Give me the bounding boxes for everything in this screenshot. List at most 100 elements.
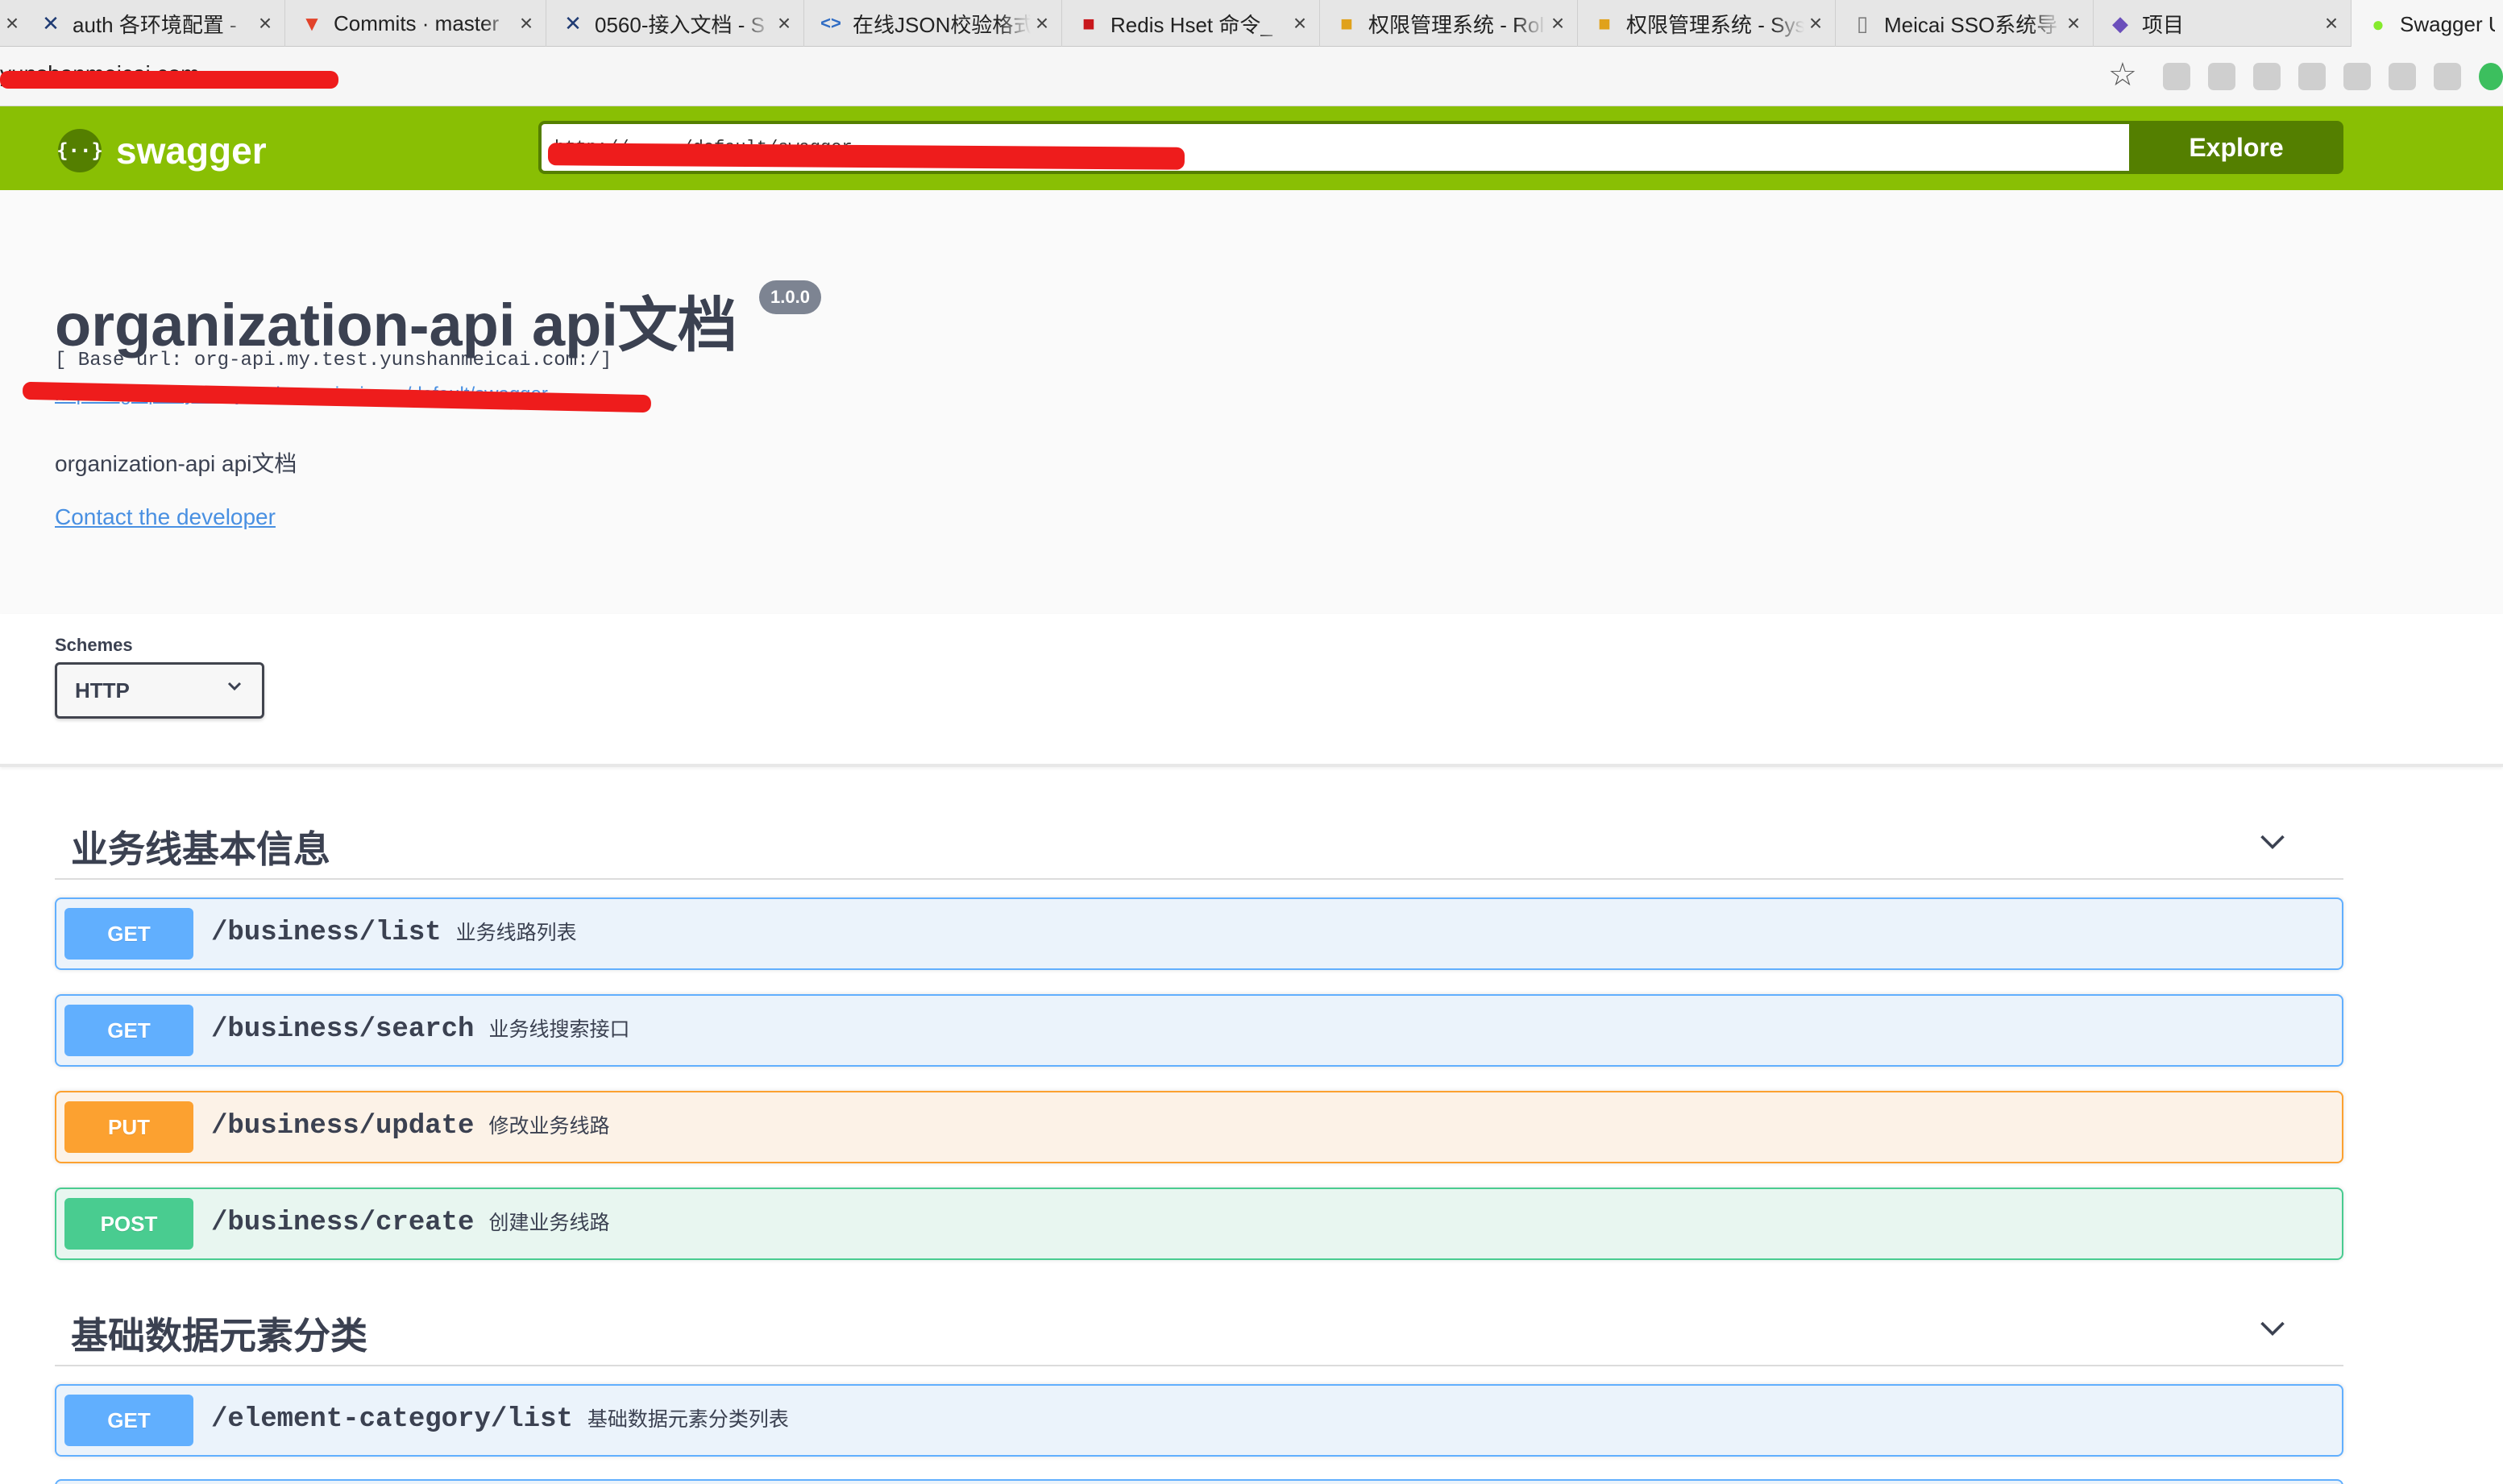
tab-close-icon[interactable]: × xyxy=(515,0,538,47)
tab-title: Meicai SSO系统导 xyxy=(1884,12,2058,37)
extension-active-icon[interactable] xyxy=(2479,63,2503,90)
method-badge: GET xyxy=(64,908,193,960)
tab-close-icon[interactable]: × xyxy=(773,0,795,47)
tab-close-icon[interactable]: × xyxy=(2,0,23,47)
redaction-mark xyxy=(0,71,338,89)
operation-path: /element-category/list 基础数据元素分类列表 xyxy=(211,1403,789,1435)
method-badge: GET xyxy=(64,1005,193,1056)
operation-row[interactable]: GET /business/search 业务线搜索接口 xyxy=(55,994,2343,1067)
gitlab-icon: ▼ xyxy=(301,11,322,35)
operation-row[interactable]: GET /business/list 业务线路列表 xyxy=(55,897,2343,970)
swagger-logo-text: swagger xyxy=(116,130,267,172)
operation-row[interactable]: PUT /business/update 修改业务线路 xyxy=(55,1091,2343,1163)
extension-icon[interactable] xyxy=(2163,63,2190,90)
tab-title: Redis Hset 命令_ xyxy=(1110,12,1272,37)
tag-name: 业务线基本信息 xyxy=(71,828,330,870)
operation-path: /business/create 创建业务线路 xyxy=(211,1207,609,1238)
operation-summary: 业务线路列表 xyxy=(455,921,577,944)
schemes-label: Schemes xyxy=(55,635,133,655)
extension-icon[interactable] xyxy=(2253,63,2281,90)
tab-title: 0560-接入文档 - S xyxy=(595,12,765,37)
method-badge: POST xyxy=(64,1198,193,1250)
schemes-select[interactable]: HTTP xyxy=(55,662,264,719)
path-text: /element-category/list xyxy=(211,1404,573,1435)
tag-section-header[interactable]: 基础数据元素分类 xyxy=(55,1289,2343,1366)
version-badge: 1.0.0 xyxy=(759,280,821,314)
tab-close-icon[interactable]: × xyxy=(1546,0,1569,47)
redis-icon: ■ xyxy=(1082,11,1095,35)
tag-section-header[interactable]: 业务线基本信息 xyxy=(55,802,2343,880)
browser-tab[interactable]: ◆ 项目 × xyxy=(2094,0,2351,47)
base-url: [ Base url: org-api.my.test.yunshanmeica… xyxy=(55,350,612,371)
browser-tab[interactable]: ▯ Meicai SSO系统导 × xyxy=(1836,0,2094,47)
browser-tab-active[interactable]: ● Swagger UI xyxy=(2351,0,2503,48)
page-icon: ▯ xyxy=(1856,11,1869,35)
project-icon: ◆ xyxy=(2112,11,2128,35)
api-description: organization-api api文档 xyxy=(55,451,297,476)
operation-path: /business/update 修改业务线路 xyxy=(211,1110,609,1142)
confluence-icon: ✕ xyxy=(42,11,60,35)
browser-tab[interactable]: ■ 权限管理系统 - Sys × xyxy=(1578,0,1836,47)
tab-title: Commits · master xyxy=(334,10,500,35)
explore-button[interactable]: Explore xyxy=(2129,121,2343,174)
confluence-icon: ✕ xyxy=(564,11,582,35)
tab-title: 在线JSON校验格式 xyxy=(853,12,1031,37)
extension-icon[interactable] xyxy=(2389,63,2416,90)
browser-tab[interactable]: ✕ 0560-接入文档 - S × xyxy=(546,0,804,47)
method-badge: PUT xyxy=(64,1101,193,1153)
operation-summary: 业务线搜索接口 xyxy=(488,1018,630,1041)
path-text: /business/list xyxy=(211,918,442,948)
tab-close-icon[interactable]: × xyxy=(1031,0,1053,47)
method-badge: GET xyxy=(64,1395,193,1446)
tab-close-icon[interactable]: × xyxy=(254,0,276,47)
tab-title: 项目 xyxy=(2142,12,2185,37)
browser-tab-strip: × ✕ auth 各环境配置 - × ▼ Commits · master × … xyxy=(0,0,2503,48)
app-icon: ■ xyxy=(1598,11,1611,35)
operation-row[interactable]: POST /business/create 创建业务线路 xyxy=(55,1188,2343,1260)
swagger-icon: ● xyxy=(2372,12,2385,36)
schemes-section: Schemes HTTP xyxy=(0,614,2503,767)
extension-icon[interactable] xyxy=(2208,63,2235,90)
code-icon: <> xyxy=(820,13,841,33)
tab-title: 权限管理系统 - Rol xyxy=(1368,12,1545,37)
browser-tab[interactable]: ✕ auth 各环境配置 - × xyxy=(24,0,285,47)
tab-title: Swagger UI xyxy=(2400,11,2495,36)
path-text: /business/create xyxy=(211,1208,475,1238)
browser-tab[interactable]: ▼ Commits · master × xyxy=(285,0,546,47)
api-info: organization-api api文档 1.0.0 [ Base url:… xyxy=(0,190,2503,614)
path-text: /business/update xyxy=(211,1111,475,1142)
operation-path: /business/list 业务线路列表 xyxy=(211,917,577,948)
tag-name: 基础数据元素分类 xyxy=(71,1315,367,1357)
schemes-selected-value: HTTP xyxy=(75,678,130,703)
path-text: /business/search xyxy=(211,1014,475,1045)
extension-icon[interactable] xyxy=(2298,63,2326,90)
swagger-logo[interactable]: {··} swagger xyxy=(56,129,267,172)
chevron-down-icon xyxy=(227,682,242,691)
operation-summary: 创建业务线路 xyxy=(488,1211,610,1234)
tab-close-icon[interactable]: × xyxy=(1289,0,1311,47)
operation-path: /business/search 业务线搜索接口 xyxy=(211,1014,629,1045)
contact-developer-link[interactable]: Contact the developer xyxy=(55,504,276,530)
operation-row[interactable]: GET /element-category/list 基础数据元素分类列表 xyxy=(55,1384,2343,1457)
swagger-topbar: {··} swagger http://...../default/swagge… xyxy=(0,106,2503,190)
bookmark-star-icon[interactable]: ☆ xyxy=(2108,56,2137,93)
tab-close-icon[interactable]: × xyxy=(2320,0,2343,47)
address-bar: yunshanmeicai.com ☆ xyxy=(0,47,2503,106)
chevron-down-icon[interactable] xyxy=(2258,1313,2287,1342)
redaction-mark xyxy=(547,143,1185,170)
operation-row[interactable] xyxy=(55,1479,2343,1484)
chevron-down-icon[interactable] xyxy=(2258,827,2287,856)
app-icon: ■ xyxy=(1340,11,1353,35)
tab-close-icon[interactable]: × xyxy=(2062,0,2085,47)
swagger-logo-icon: {··} xyxy=(56,129,103,172)
browser-tab[interactable]: <> 在线JSON校验格式 × xyxy=(804,0,1062,47)
extension-icon[interactable] xyxy=(2434,63,2461,90)
operation-summary: 基础数据元素分类列表 xyxy=(587,1407,789,1431)
operation-summary: 修改业务线路 xyxy=(488,1114,610,1138)
tab-close-icon[interactable]: × xyxy=(1804,0,1827,47)
tab-title: 权限管理系统 - Sys xyxy=(1626,12,1804,37)
browser-tab[interactable]: ■ Redis Hset 命令_ × xyxy=(1062,0,1320,47)
browser-tab[interactable]: ■ 权限管理系统 - Rol × xyxy=(1320,0,1578,47)
extension-icon[interactable] xyxy=(2343,63,2371,90)
tab-title: auth 各环境配置 - xyxy=(73,12,237,37)
